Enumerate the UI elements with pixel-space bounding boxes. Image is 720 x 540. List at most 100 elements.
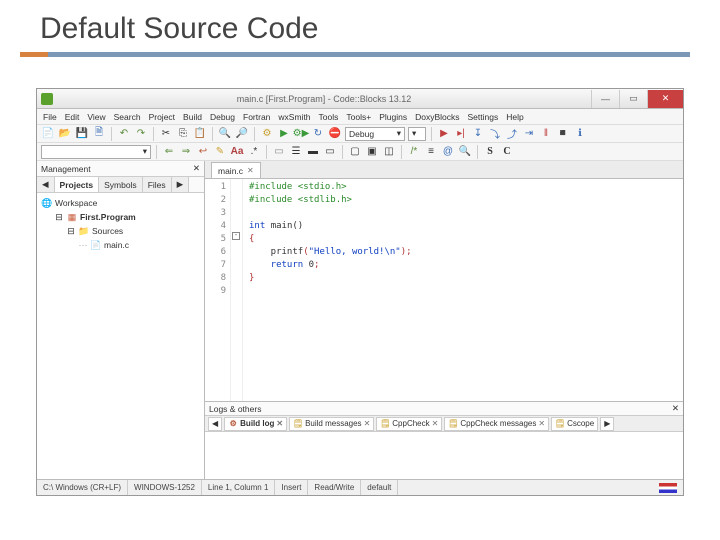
- tree-sources[interactable]: ⊟ 📁 Sources: [42, 224, 199, 238]
- titlebar[interactable]: main.c [First.Program] - Code::Blocks 13…: [37, 89, 683, 109]
- tab-projects[interactable]: Projects: [55, 177, 100, 192]
- tab-symbols[interactable]: Symbols: [99, 177, 143, 192]
- save-all-icon[interactable]: 🗎: [92, 127, 106, 141]
- tab-build-log[interactable]: ⚙ Build log✕: [224, 417, 287, 431]
- menu-wxsmith[interactable]: wxSmith: [278, 112, 310, 122]
- doc-icon[interactable]: ≡: [424, 145, 438, 159]
- open-icon[interactable]: 📂: [58, 127, 72, 141]
- rebuild-icon[interactable]: ↻: [311, 127, 325, 141]
- menu-toolsplus[interactable]: Tools+: [346, 112, 371, 122]
- debug-step-in-icon[interactable]: ⤵: [488, 127, 502, 141]
- cut-icon[interactable]: ✂: [159, 127, 173, 141]
- build-run-icon[interactable]: ⚙▶: [294, 127, 308, 141]
- logs-body[interactable]: [205, 432, 683, 479]
- tab-close-icon[interactable]: ✕: [538, 419, 545, 428]
- replace-icon[interactable]: 🔎: [235, 127, 249, 141]
- tab-cppcheck-messages[interactable]: 🗒 CppCheck messages✕: [444, 417, 549, 431]
- bookmark-next-icon[interactable]: ▭: [323, 145, 337, 159]
- menu-edit[interactable]: Edit: [65, 112, 80, 122]
- management-nav-prev[interactable]: ◀: [37, 177, 55, 192]
- paste-icon[interactable]: 📋: [193, 127, 207, 141]
- tree-project[interactable]: ⊟ ▦ First.Program: [42, 210, 199, 224]
- debug-stop-icon[interactable]: ‖: [539, 127, 553, 141]
- frame1-icon[interactable]: ▢: [348, 145, 362, 159]
- fold-gutter[interactable]: -: [231, 179, 243, 401]
- menu-settings[interactable]: Settings: [468, 112, 499, 122]
- letter-s-icon[interactable]: S: [483, 145, 497, 159]
- nav-last-icon[interactable]: ↩: [196, 145, 210, 159]
- menu-fortran[interactable]: Fortran: [243, 112, 270, 122]
- menu-search[interactable]: Search: [114, 112, 141, 122]
- logs-nav-next[interactable]: ▶: [600, 417, 614, 431]
- debug-step-icon[interactable]: ↧: [471, 127, 485, 141]
- regex-icon[interactable]: .*: [247, 145, 261, 159]
- letter-c-icon[interactable]: C: [500, 145, 514, 159]
- text-style-icon[interactable]: Aa: [230, 145, 244, 159]
- debug-next-icon[interactable]: ⇥: [522, 127, 536, 141]
- debug-step-out-icon[interactable]: ⤴: [505, 127, 519, 141]
- logs-close-icon[interactable]: ✕: [672, 403, 679, 414]
- undo-icon[interactable]: ↶: [117, 127, 131, 141]
- debug-break-icon[interactable]: ◾: [556, 127, 570, 141]
- menu-plugins[interactable]: Plugins: [379, 112, 407, 122]
- expand-icon[interactable]: ⊟: [66, 226, 76, 236]
- copy-icon[interactable]: ⎘: [176, 127, 190, 141]
- debug-cursor-icon[interactable]: ▸|: [454, 127, 468, 141]
- code-editor[interactable]: 1 2 3 4 5 6 7 8 9 - #include <stdio.h> #…: [205, 179, 683, 401]
- build-icon[interactable]: ⚙: [260, 127, 274, 141]
- debug-info-icon[interactable]: ℹ: [573, 127, 587, 141]
- expand-icon[interactable]: ⊟: [54, 212, 64, 222]
- highlight-icon[interactable]: ✎: [213, 145, 227, 159]
- build-target-combo[interactable]: Debug▾: [345, 127, 405, 141]
- menu-view[interactable]: View: [87, 112, 105, 122]
- scope-combo[interactable]: ▾: [41, 145, 151, 159]
- search2-icon[interactable]: 🔍: [458, 145, 472, 159]
- tab-close-icon[interactable]: ✕: [276, 419, 283, 428]
- menu-doxyblocks[interactable]: DoxyBlocks: [415, 112, 459, 122]
- logs-nav-prev[interactable]: ◀: [208, 417, 222, 431]
- nav-fwd-icon[interactable]: ⇒: [179, 145, 193, 159]
- management-nav-next[interactable]: ▶: [172, 177, 190, 192]
- app-icon: [41, 93, 53, 105]
- menu-tools[interactable]: Tools: [319, 112, 339, 122]
- abort-icon[interactable]: ⛔: [328, 127, 342, 141]
- nav-back-icon[interactable]: ⇐: [162, 145, 176, 159]
- save-icon[interactable]: 💾: [75, 127, 89, 141]
- tab-files[interactable]: Files: [143, 177, 172, 192]
- menu-build[interactable]: Build: [183, 112, 202, 122]
- menu-file[interactable]: File: [43, 112, 57, 122]
- tree-workspace[interactable]: 🌐 Workspace: [42, 196, 199, 210]
- tab-build-messages[interactable]: 🗒 Build messages✕: [289, 417, 374, 431]
- tab-cppcheck[interactable]: 🗒 CppCheck✕: [376, 417, 442, 431]
- tree-file-mainc[interactable]: ⋯ 📄 main.c: [42, 238, 199, 252]
- menu-project[interactable]: Project: [149, 112, 175, 122]
- flag-icon[interactable]: [659, 483, 677, 493]
- tab-close-icon[interactable]: ✕: [364, 419, 371, 428]
- bookmark-prev-icon[interactable]: ▬: [306, 145, 320, 159]
- close-button[interactable]: ✕: [647, 90, 683, 108]
- minimize-button[interactable]: —: [591, 90, 619, 108]
- project-tree[interactable]: 🌐 Workspace ⊟ ▦ First.Program ⊟ 📁 Source…: [37, 193, 204, 479]
- menu-help[interactable]: Help: [506, 112, 523, 122]
- management-close-icon[interactable]: ✕: [193, 163, 200, 174]
- tab-close-icon[interactable]: ✕: [432, 419, 439, 428]
- code-content[interactable]: #include <stdio.h> #include <stdlib.h> i…: [243, 179, 683, 401]
- selection-icon[interactable]: ▭: [272, 145, 286, 159]
- maximize-button[interactable]: ▭: [619, 90, 647, 108]
- frame2-icon[interactable]: ▣: [365, 145, 379, 159]
- run-icon[interactable]: ▶: [277, 127, 291, 141]
- redo-icon[interactable]: ↷: [134, 127, 148, 141]
- comment-icon[interactable]: /*: [407, 145, 421, 159]
- menu-debug[interactable]: Debug: [210, 112, 235, 122]
- editor-tab-mainc[interactable]: main.c ✕: [211, 162, 261, 178]
- tab-cscope[interactable]: 🗒 Cscope: [551, 417, 598, 431]
- target-extra-combo[interactable]: ▾: [408, 127, 426, 141]
- new-icon[interactable]: 📄: [41, 127, 55, 141]
- at-icon[interactable]: @: [441, 145, 455, 159]
- bookmark-icon[interactable]: ☰: [289, 145, 303, 159]
- debug-start-icon[interactable]: ▶: [437, 127, 451, 141]
- find-icon[interactable]: 🔍: [218, 127, 232, 141]
- tab-close-icon[interactable]: ✕: [247, 166, 254, 175]
- fold-toggle-icon[interactable]: -: [232, 232, 240, 240]
- frame3-icon[interactable]: ◫: [382, 145, 396, 159]
